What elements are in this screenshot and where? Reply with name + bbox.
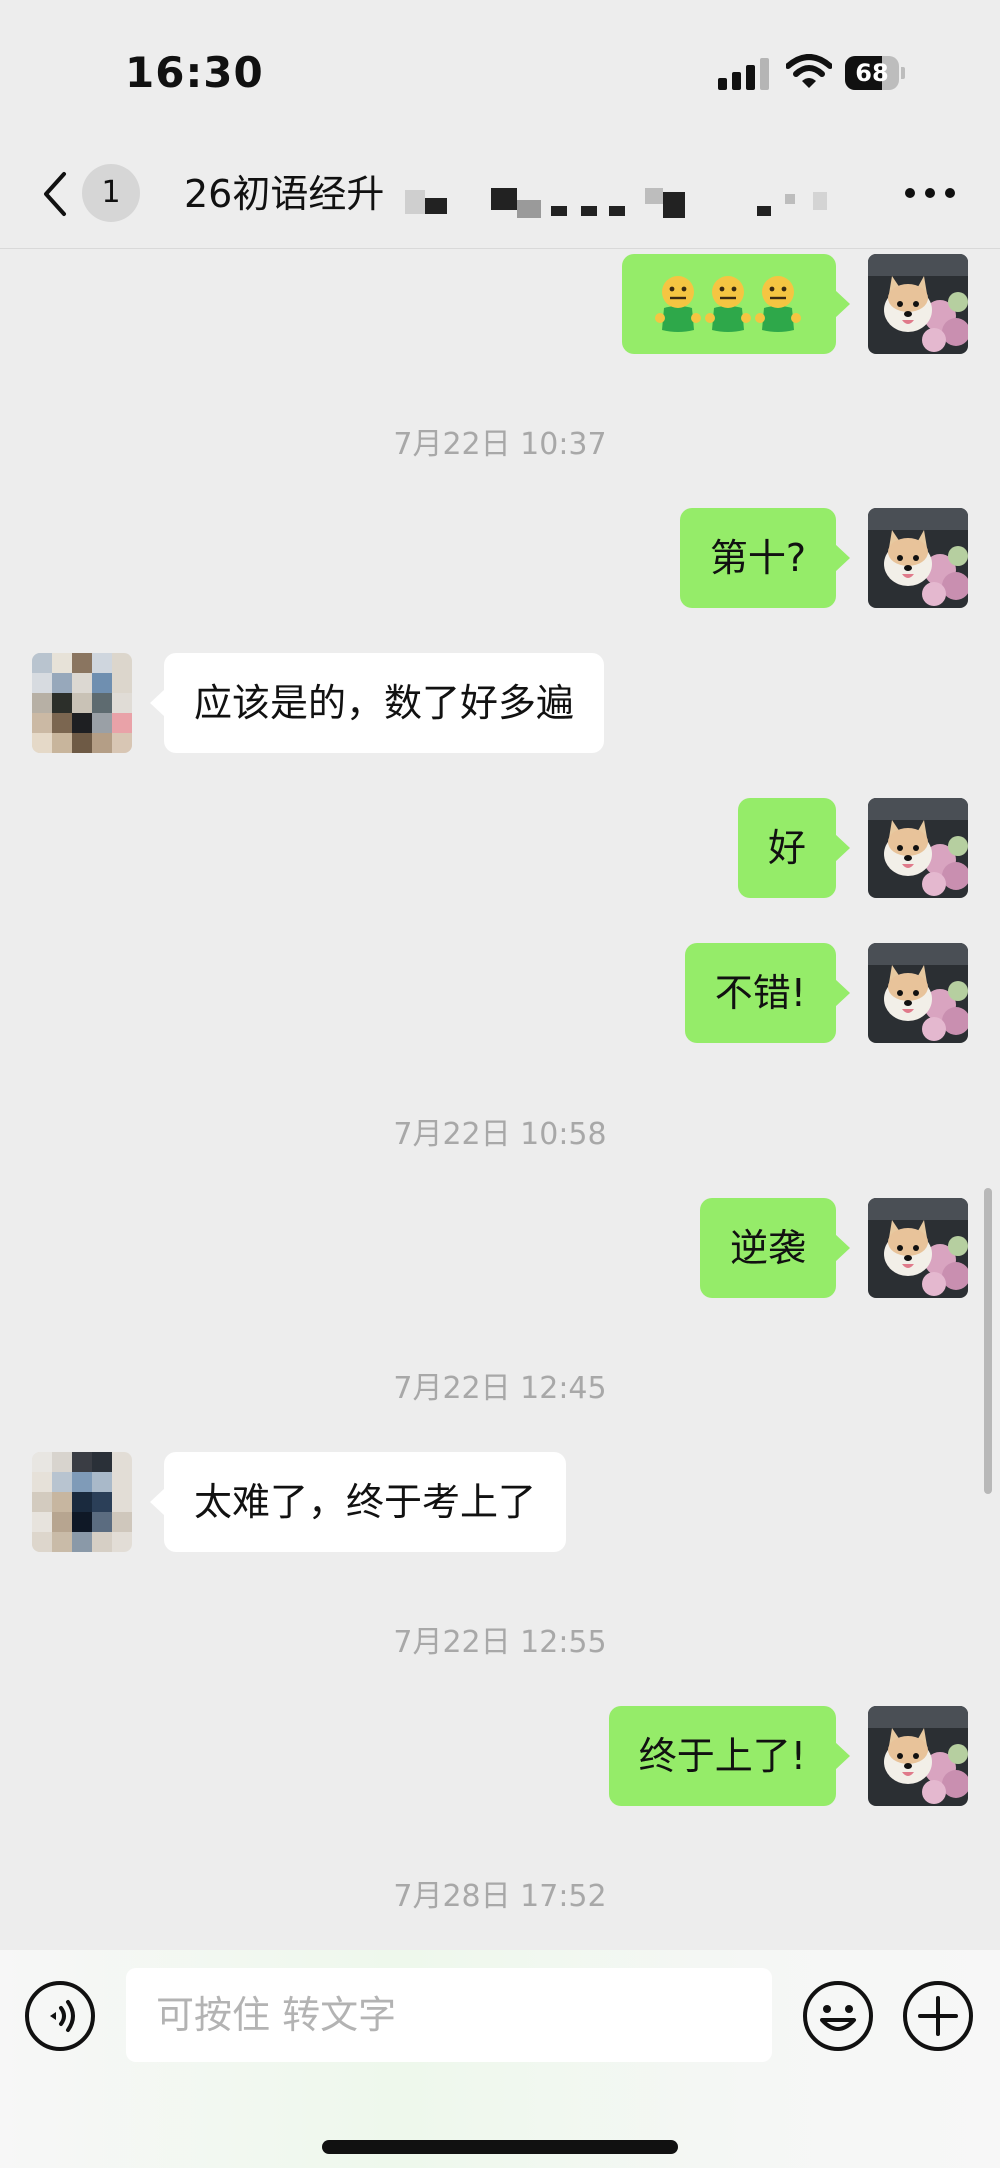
message-bubble[interactable]: 不错! <box>684 943 851 1043</box>
chat-header: 1 26初语经升 <box>0 140 1000 249</box>
add-attachment-icon[interactable] <box>902 1980 974 2052</box>
message-bubble[interactable]: 太难了，终于考上了 <box>149 1452 567 1552</box>
status-time: 16:30 <box>125 48 264 97</box>
timestamp: 7月28日 17:52 <box>393 1879 607 1914</box>
cellular-signal-icon <box>718 58 772 90</box>
chat-title[interactable]: 26初语经升 <box>184 168 394 220</box>
message-bubble[interactable]: 应该是的，数了好多遍 <box>149 653 605 753</box>
timestamp: 7月22日 10:58 <box>393 1117 607 1152</box>
message-bubble[interactable]: 终于上了! <box>608 1706 851 1806</box>
emoji-picker-icon[interactable] <box>802 1980 874 2052</box>
my-avatar[interactable] <box>868 943 968 1043</box>
timestamp: 7月22日 12:55 <box>393 1625 607 1660</box>
contact-avatar[interactable] <box>32 1452 132 1552</box>
message-row-outgoing: 第十? <box>0 508 1000 608</box>
scrollbar[interactable] <box>984 1188 992 1494</box>
zipper-mouth-face-icon <box>654 274 702 334</box>
my-avatar[interactable] <box>868 1706 968 1806</box>
input-bar <box>0 1950 1000 2168</box>
voice-input-icon[interactable] <box>24 1980 96 2052</box>
more-options-icon[interactable] <box>905 188 955 202</box>
my-avatar[interactable] <box>868 254 968 354</box>
unread-count-badge[interactable]: 1 <box>82 164 140 222</box>
message-bubble[interactable]: 第十? <box>679 508 851 608</box>
message-row-outgoing: 逆袭 <box>0 1198 1000 1298</box>
battery-percentage: 68 <box>855 59 889 87</box>
message-input[interactable] <box>126 1968 772 2062</box>
message-row-outgoing: 不错! <box>0 943 1000 1043</box>
message-row-outgoing <box>0 254 1000 354</box>
wifi-icon <box>785 54 833 90</box>
battery-icon: 68 <box>845 56 905 90</box>
message-bubble[interactable]: 好 <box>737 798 851 898</box>
timestamp: 7月22日 10:37 <box>393 427 607 462</box>
message-bubble[interactable]: 逆袭 <box>699 1198 851 1298</box>
message-list[interactable]: 7月22日 10:37 第十? 应该是的，数了好多遍 好 不错! 7月22日 1… <box>0 249 1000 1949</box>
zipper-mouth-face-icon <box>754 274 802 334</box>
my-avatar[interactable] <box>868 1198 968 1298</box>
contact-avatar[interactable] <box>32 653 132 753</box>
emoji-message-bubble[interactable] <box>622 254 850 354</box>
message-row-outgoing: 终于上了! <box>0 1706 1000 1806</box>
redacted-title-mosaic <box>395 184 875 220</box>
zipper-mouth-face-icon <box>704 274 752 334</box>
status-bar: 16:30 68 <box>0 0 1000 140</box>
my-avatar[interactable] <box>868 508 968 608</box>
message-row-outgoing: 好 <box>0 798 1000 898</box>
message-row-incoming: 太难了，终于考上了 <box>0 1452 1000 1552</box>
timestamp: 7月22日 12:45 <box>393 1371 607 1406</box>
back-chevron-icon[interactable] <box>38 170 74 218</box>
my-avatar[interactable] <box>868 798 968 898</box>
home-indicator <box>322 2140 678 2154</box>
message-row-incoming: 应该是的，数了好多遍 <box>0 653 1000 753</box>
